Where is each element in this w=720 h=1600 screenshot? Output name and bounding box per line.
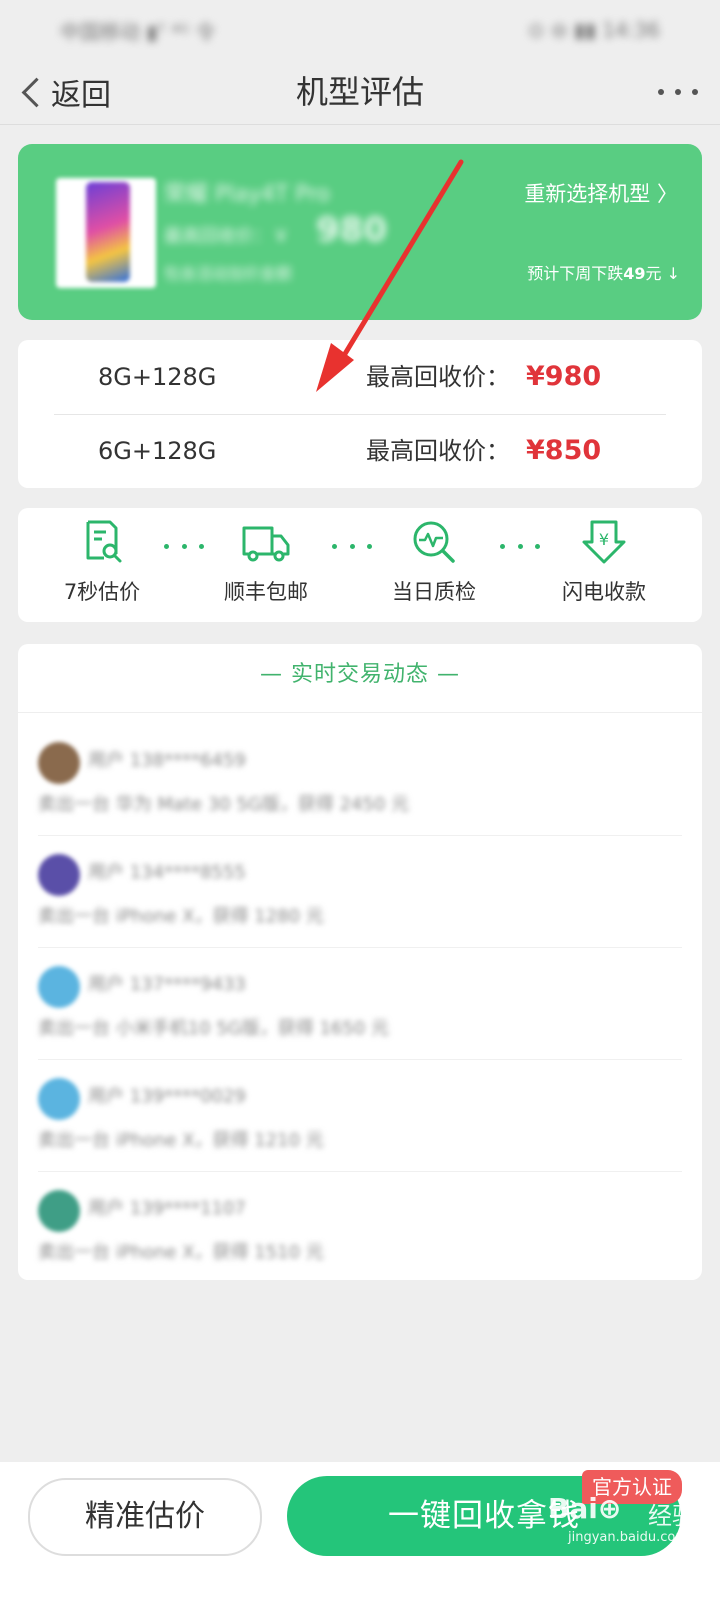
svg-text:¥: ¥ xyxy=(599,530,609,549)
feed-description: 卖出一台 华为 Mate 30 5G版，获得 2450 元 xyxy=(38,794,410,815)
list-item: 用户 139****0029 卖出一台 iPhone X，获得 1210 元 xyxy=(18,1060,702,1172)
feed-description: 卖出一台 iPhone X，获得 1510 元 xyxy=(38,1242,324,1263)
back-button[interactable]: 返回 xyxy=(20,68,111,116)
list-item: 用户 139****1107 卖出一台 iPhone X，获得 1510 元 xyxy=(18,1172,702,1284)
precise-estimate-button[interactable]: 精准估价 xyxy=(28,1478,262,1556)
yuan-download-icon: ¥ xyxy=(582,520,626,564)
feed-user: 用户 139****0029 xyxy=(88,1086,246,1107)
avatar xyxy=(38,1078,80,1120)
list-item: 用户 138****6459 卖出一台 华为 Mate 30 5G版，获得 24… xyxy=(18,724,702,836)
avatar xyxy=(38,1190,80,1232)
truck-icon xyxy=(242,526,290,562)
watermark-url: jingyan.baidu.com xyxy=(568,1530,688,1545)
feature-item: 7秒估价 xyxy=(42,508,162,606)
feed-description: 卖出一台 iPhone X，获得 1280 元 xyxy=(38,906,324,927)
max-price-value: ¥850 xyxy=(526,435,602,466)
feature-item: ¥ 闪电收款 xyxy=(544,508,664,606)
feature-label: 7秒估价 xyxy=(63,580,141,604)
carrier-info: 中国移动 ▮ᵀ ⁴ᴳ 令 xyxy=(60,19,216,44)
spec-label: 8G+128G xyxy=(98,363,217,391)
avatar xyxy=(38,854,80,896)
feed-user: 用户 139****1107 xyxy=(88,1198,246,1219)
feed-user: 用户 137****9433 xyxy=(88,974,246,995)
spec-label: 6G+128G xyxy=(98,437,217,465)
max-price-value: ¥980 xyxy=(526,361,602,392)
price-options-card: 8G+128G 最高回收价： ¥980 6G+128G 最高回收价： ¥850 xyxy=(18,340,702,488)
trend-amount: 49 xyxy=(623,264,646,283)
avatar xyxy=(38,966,80,1008)
price-option-row[interactable]: 6G+128G 最高回收价： ¥850 xyxy=(18,414,702,488)
document-search-icon xyxy=(86,520,122,563)
watermark-logo: Bai⊕ xyxy=(548,1492,622,1525)
more-dot-icon xyxy=(692,89,698,95)
more-dot-icon xyxy=(675,89,681,95)
system-status: ⊙ ⊖ ▮▮ 14:36 xyxy=(527,18,660,42)
feature-label: 当日质检 xyxy=(392,580,476,604)
device-card: 荣耀 Play4T Pro 最高回收价：￥ 980 包含活动加价金额 重新选择机… xyxy=(18,144,702,320)
inspection-icon xyxy=(413,521,455,563)
device-price-note: 包含活动加价金额 xyxy=(164,264,293,283)
step-dots xyxy=(332,544,372,549)
feature-label: 闪电收款 xyxy=(562,580,646,604)
service-features: 7秒估价 顺丰包邮 当日质检 ¥ 闪电收款 xyxy=(18,508,702,622)
feature-label: 顺丰包邮 xyxy=(224,580,308,604)
avatar xyxy=(38,742,80,784)
list-item: 用户 137****9433 卖出一台 小米手机10 5G版，获得 1650 元 xyxy=(18,948,702,1060)
more-dot-icon xyxy=(658,89,664,95)
device-name: 荣耀 Play4T Pro xyxy=(164,182,331,207)
price-option-row[interactable]: 8G+128G 最高回收价： ¥980 xyxy=(18,340,702,414)
baidu-jingyan-watermark: Bai⊕ 经验 jingyan.baidu.com xyxy=(548,1492,708,1552)
watermark-text: 经验 xyxy=(648,1502,696,1530)
step-dots xyxy=(164,544,204,549)
device-image xyxy=(56,178,156,288)
max-price-label: 最高回收价： xyxy=(366,437,510,465)
trend-prefix: 预计下周下跌 xyxy=(527,264,624,283)
divider xyxy=(18,712,702,713)
feed-description: 卖出一台 小米手机10 5G版，获得 1650 元 xyxy=(38,1018,389,1039)
feature-item: 当日质检 xyxy=(374,508,494,606)
feed-user: 用户 134****8555 xyxy=(88,862,246,883)
feed-description: 卖出一台 iPhone X，获得 1210 元 xyxy=(38,1130,324,1151)
price-trend: 预计下周下跌49元 ↓ xyxy=(527,260,680,284)
device-price-prefix: 最高回收价：￥ xyxy=(164,226,290,247)
feed-user: 用户 138****6459 xyxy=(88,750,246,771)
trend-suffix: 元 ↓ xyxy=(645,264,681,283)
back-label: 返回 xyxy=(51,78,111,113)
chevron-left-icon xyxy=(21,77,52,107)
feed-title: — 实时交易动态 — xyxy=(260,662,460,687)
device-price: 980 xyxy=(316,210,387,250)
transaction-feed: — 实时交易动态 — 用户 138****6459 卖出一台 华为 Mate 3… xyxy=(18,644,702,1280)
status-bar: 中国移动 ▮ᵀ ⁴ᴳ 令 ⊙ ⊖ ▮▮ 14:36 xyxy=(0,0,720,60)
reselect-model-link[interactable]: 重新选择机型 〉 xyxy=(524,178,678,208)
list-item: 用户 134****8555 卖出一台 iPhone X，获得 1280 元 xyxy=(18,836,702,948)
feature-item: 顺丰包邮 xyxy=(206,508,326,606)
more-menu-button[interactable] xyxy=(658,76,698,108)
nav-bar: 返回 机型评估 xyxy=(0,60,720,125)
step-dots xyxy=(500,544,540,549)
max-price-label: 最高回收价： xyxy=(366,363,510,391)
